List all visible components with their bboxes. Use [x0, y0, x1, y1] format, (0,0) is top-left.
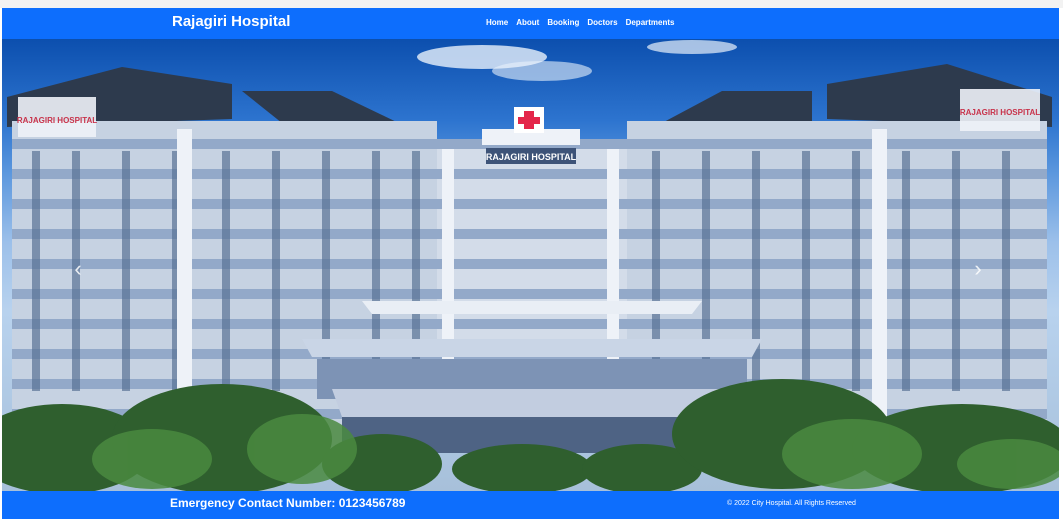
right-sign-text: RAJAGIRI HOSPITAL [960, 108, 1040, 117]
chevron-right-icon: › [974, 256, 982, 281]
nav-link-doctors[interactable]: Doctors [587, 18, 617, 27]
hospital-building-image: RAJAGIRI HOSPITAL RAJAGIRI HOSPITAL RAJA… [2, 40, 1059, 491]
copyright-text: © 2022 City Hospital. All Rights Reserve… [727, 500, 856, 507]
nav-link-home[interactable]: Home [486, 18, 508, 27]
carousel-next-button[interactable]: › [964, 249, 992, 289]
nav-link-departments[interactable]: Departments [626, 18, 675, 27]
nav-link-about[interactable]: About [516, 18, 539, 27]
carousel-prev-button[interactable]: ‹ [64, 249, 92, 289]
emergency-contact: Emergency Contact Number: 0123456789 [170, 496, 406, 510]
nav-link-booking[interactable]: Booking [547, 18, 579, 27]
center-sign-text: RAJAGIRI HOSPITAL [486, 152, 577, 162]
hero-carousel: RAJAGIRI HOSPITAL RAJAGIRI HOSPITAL RAJA… [2, 39, 1059, 491]
brand-title[interactable]: Rajagiri Hospital [172, 13, 290, 30]
page-bottom [0, 519, 1063, 530]
footer: Emergency Contact Number: 0123456789 © 2… [2, 491, 1059, 519]
browser-top-strip [0, 0, 1063, 8]
navbar: Rajagiri Hospital Home About Booking Doc… [2, 8, 1059, 39]
left-sign-text: RAJAGIRI HOSPITAL [17, 116, 97, 125]
chevron-left-icon: ‹ [74, 256, 82, 281]
nav-links: Home About Booking Doctors Departments [486, 18, 674, 27]
